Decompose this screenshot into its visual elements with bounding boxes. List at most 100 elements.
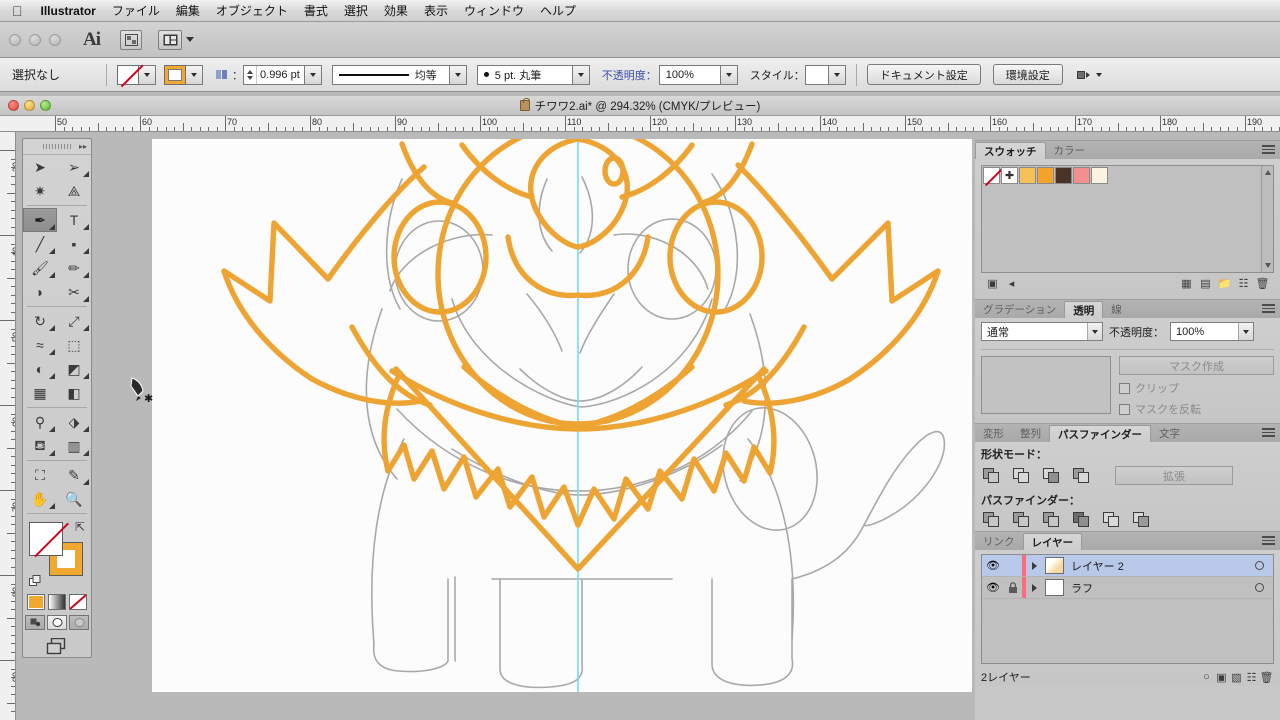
vertical-ruler[interactable]: 30 40 50 60 70 80 90 xyxy=(0,132,16,720)
minimize-button[interactable] xyxy=(29,33,41,46)
layer-lock-icon[interactable] xyxy=(1004,581,1022,594)
arrange-documents-icon[interactable] xyxy=(158,29,182,50)
expand-button[interactable]: 拡張 xyxy=(1115,466,1233,485)
merge-icon[interactable] xyxy=(1043,512,1061,528)
magic-wand-tool[interactable]: ✷ xyxy=(23,179,57,203)
menu-item-select[interactable]: 選択 xyxy=(336,1,376,20)
none-button[interactable] xyxy=(69,594,87,610)
shape-builder-tool[interactable]: ◐ xyxy=(23,357,57,381)
chevron-down-icon[interactable] xyxy=(1238,323,1253,340)
swatches-scrollbar[interactable] xyxy=(1261,166,1273,272)
artboard[interactable] xyxy=(152,139,972,692)
dark-brown-swatch[interactable] xyxy=(1055,167,1072,184)
menu-item-illustrator[interactable]: Illustrator xyxy=(33,3,104,19)
scroll-up-icon[interactable] xyxy=(1265,170,1271,175)
window-controls[interactable] xyxy=(0,33,61,46)
minus-front-icon[interactable] xyxy=(1013,467,1031,484)
swatch-link-icon[interactable]: ◂ xyxy=(1004,276,1019,290)
trim-icon[interactable] xyxy=(1013,512,1031,528)
pathfinders-row[interactable] xyxy=(975,509,1280,531)
scissors-tool[interactable]: ✂ xyxy=(57,280,91,304)
fill-stroke-controls[interactable]: ⇱ xyxy=(29,520,85,586)
chevron-down-icon[interactable] xyxy=(1095,72,1102,77)
brush-definition-field[interactable]: 5 pt. 丸筆 xyxy=(476,64,573,85)
scale-tool[interactable]: ⤢ xyxy=(57,309,91,333)
locate-object-icon[interactable]: ○ xyxy=(1199,670,1214,684)
menu-item-help[interactable]: ヘルプ xyxy=(532,1,584,20)
intersect-icon[interactable] xyxy=(1043,467,1061,484)
layer-disclosure-icon[interactable] xyxy=(1026,561,1042,570)
clip-checkbox-row[interactable]: クリップ xyxy=(1119,380,1274,396)
tab-links[interactable]: リンク xyxy=(975,533,1023,550)
zoom-button[interactable] xyxy=(49,33,61,46)
table-row[interactable]: 👁 ラフ xyxy=(982,577,1273,599)
menu-item-edit[interactable]: 編集 xyxy=(168,1,208,20)
brush-definition-icon[interactable] xyxy=(215,68,230,82)
pencil-tool[interactable]: ✏ xyxy=(57,256,91,280)
color-button[interactable] xyxy=(27,594,45,610)
tools-panel-header[interactable]: ▸▸ xyxy=(23,139,91,155)
stroke-weight-dropdown[interactable] xyxy=(304,64,322,85)
stroke-color-swatch[interactable] xyxy=(164,64,187,85)
swatch-row[interactable]: ✚ xyxy=(982,166,1273,184)
pathfinder-tabs[interactable]: 変形 整列 パスファインダー 文字 xyxy=(975,424,1280,442)
column-graph-tool[interactable]: ▥ xyxy=(57,434,91,458)
eyedropper-tool[interactable]: ⚲ xyxy=(23,410,57,434)
blend-mode-select[interactable]: 通常 xyxy=(981,322,1103,341)
outline-icon[interactable] xyxy=(1103,512,1121,528)
live-paint-bucket-tool[interactable]: ⬗ xyxy=(57,410,91,434)
crop-icon[interactable] xyxy=(1073,512,1091,528)
mask-thumbnail[interactable] xyxy=(981,356,1111,414)
stroke-profile-dropdown[interactable] xyxy=(449,64,467,85)
tab-swatches[interactable]: スウォッチ xyxy=(975,142,1046,159)
graphic-style-field[interactable] xyxy=(804,64,829,85)
zoom-tool[interactable]: 🔍 xyxy=(57,487,91,511)
scroll-down-icon[interactable] xyxy=(1265,263,1271,268)
slice-tool[interactable]: ✎ xyxy=(57,463,91,487)
stroke-weight-field[interactable]: 0.996 pt xyxy=(243,64,305,85)
doc-zoom-button[interactable] xyxy=(40,100,51,111)
fill-color-indicator[interactable] xyxy=(29,522,63,556)
menu-item-view[interactable]: 表示 xyxy=(416,1,456,20)
delete-swatch-icon[interactable]: 🗑 xyxy=(1255,276,1270,290)
perspective-grid-tool[interactable]: ◩ xyxy=(57,357,91,381)
draw-behind-icon[interactable] xyxy=(47,615,67,630)
delete-layer-icon[interactable]: 🗑 xyxy=(1259,670,1274,684)
cream-swatch[interactable] xyxy=(1091,167,1108,184)
draw-normal-icon[interactable] xyxy=(25,615,45,630)
transform-each-icon[interactable] xyxy=(1077,68,1092,82)
pen-tool[interactable]: ✒ xyxy=(23,208,57,232)
new-swatch-icon[interactable]: ☷ xyxy=(1236,276,1251,290)
swatches-footer[interactable]: ▣ ◂ ▦ ▤ 📁 ☷ 🗑 xyxy=(981,273,1274,293)
fill-color-swatch[interactable] xyxy=(117,64,140,85)
shape-modes-row[interactable]: 拡張 xyxy=(975,463,1280,488)
light-orange-swatch[interactable] xyxy=(1019,167,1036,184)
layer-name[interactable]: ラフ xyxy=(1064,580,1255,596)
rotate-tool[interactable]: ↻ xyxy=(23,309,57,333)
stroke-profile-field[interactable]: 均等 xyxy=(331,64,450,85)
create-new-layer-icon[interactable]: ☷ xyxy=(1244,670,1259,684)
direct-selection-tool[interactable]: ➢ xyxy=(57,155,91,179)
artboard-tool[interactable]: ⛶ xyxy=(23,463,57,487)
arrange-dropdown-icon[interactable] xyxy=(186,37,194,42)
new-color-group-icon[interactable]: 📁 xyxy=(1217,276,1232,290)
tab-color[interactable]: カラー xyxy=(1046,142,1094,159)
swatch-libraries-icon[interactable]: ▣ xyxy=(985,276,1000,290)
selection-tool[interactable]: ➤ xyxy=(23,155,57,179)
layer-target-icon[interactable] xyxy=(1255,583,1264,592)
doc-close-button[interactable] xyxy=(8,100,19,111)
horizontal-ruler[interactable]: 50 60 70 80 90 100 110 120 130 140 150 160 170 180 190 xyxy=(0,116,1280,132)
menu-item-window[interactable]: ウィンドウ xyxy=(456,1,532,20)
canvas-area[interactable]: ✱ xyxy=(16,132,974,720)
apple-icon[interactable]:  xyxy=(0,4,33,18)
invert-mask-checkbox-row[interactable]: マスクを反転 xyxy=(1119,401,1274,417)
make-clipping-mask-icon[interactable]: ▣ xyxy=(1214,670,1229,684)
menu-item-object[interactable]: オブジェクト xyxy=(208,1,296,20)
transparency-tabs[interactable]: グラデーション 透明 線 xyxy=(975,300,1280,318)
layer-disclosure-icon[interactable] xyxy=(1026,583,1042,592)
tab-pathfinder[interactable]: パスファインダー xyxy=(1049,425,1151,442)
hand-tool[interactable]: ✋ xyxy=(23,487,57,511)
layer-visibility-icon[interactable]: 👁 xyxy=(982,581,1004,594)
default-fill-stroke-icon[interactable] xyxy=(29,574,41,586)
menu-item-type[interactable]: 書式 xyxy=(296,1,336,20)
